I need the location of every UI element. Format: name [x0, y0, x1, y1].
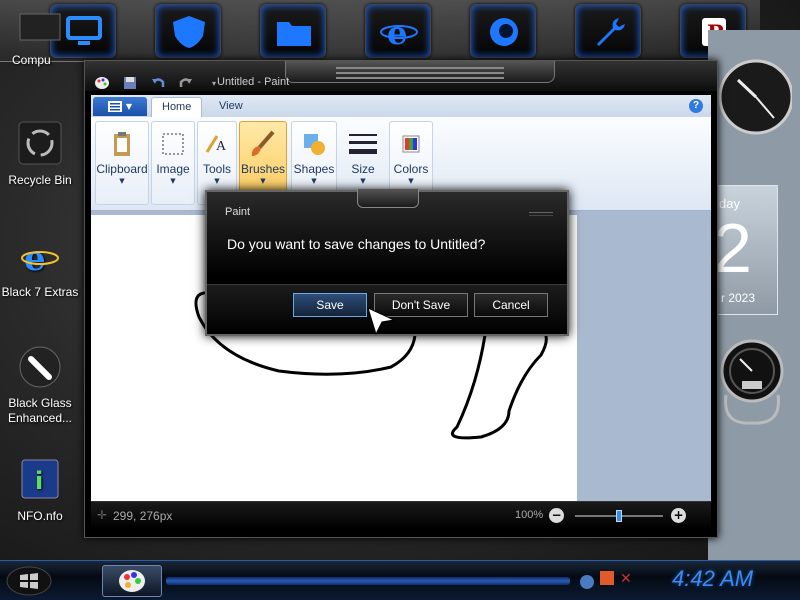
chevron-down-icon: ▼ [311, 177, 317, 185]
group-label: Colors [393, 162, 429, 176]
desktop-icon-label: Compu [12, 53, 51, 67]
svg-text:A: A [216, 139, 227, 154]
paint-palette-icon[interactable] [93, 75, 111, 91]
info-file-icon: i [21, 459, 59, 499]
dialog-grip-tab[interactable] [357, 188, 419, 208]
save-button[interactable]: Save [293, 293, 367, 317]
cancel-button[interactable]: Cancel [474, 293, 548, 317]
ribbon-tab-bar: ▼ Home View ? [91, 95, 711, 117]
desktop-icon-computer[interactable]: Compu [0, 10, 80, 68]
help-icon[interactable]: ? [689, 99, 703, 113]
zoom-slider-thumb[interactable] [616, 510, 622, 522]
action-center-icon[interactable] [600, 571, 614, 585]
desktop-icon-black7-extras[interactable]: e Black 7 Extras [0, 234, 80, 300]
svg-text:i: i [35, 467, 43, 495]
window-title: Untitled - Paint [217, 76, 290, 88]
chevron-down-icon: ▼ [119, 177, 125, 185]
taskbar-clock[interactable]: 4:42 AM [672, 566, 753, 592]
dock-internet-icon[interactable]: e [365, 4, 431, 58]
calendar-gadget[interactable]: day 2 r 2023 [712, 185, 778, 315]
window-grip-tab[interactable] [285, 61, 555, 83]
start-button-windows-icon[interactable] [6, 566, 52, 596]
zoom-level: 100% [515, 509, 544, 521]
brush-icon [251, 130, 275, 156]
dock-documents-icon[interactable] [260, 4, 326, 58]
select-icon [162, 133, 184, 155]
group-label: Size [351, 162, 375, 176]
cursor-position-icon: ✛ [97, 508, 108, 522]
menu-icon [107, 101, 122, 112]
group-label: Shapes [293, 162, 335, 176]
system-tray: ✕ [580, 571, 632, 589]
chevron-down-icon: ▼ [260, 177, 266, 185]
dock-firefox-icon[interactable] [470, 4, 536, 58]
redo-icon[interactable] [177, 75, 195, 91]
brush-icon [19, 346, 61, 388]
zoom-in-button[interactable]: + [671, 508, 686, 523]
calendar-date: 2 [713, 209, 752, 287]
desktop-icon-label: Recycle Bin [8, 173, 72, 187]
chevron-down-icon: ▼ [170, 177, 176, 185]
svg-text:e: e [387, 14, 407, 50]
color-palette-icon [402, 135, 420, 153]
tools-icon: A [205, 135, 227, 154]
zoom-out-button[interactable]: − [549, 508, 564, 523]
svg-text:e: e [24, 239, 46, 278]
quick-access-toolbar: ▾ [93, 75, 223, 91]
dialog-message: Do you want to save changes to Untitled? [227, 236, 486, 252]
tab-view[interactable]: View [209, 97, 253, 117]
cursor-coordinates: 299, 276px [113, 509, 173, 523]
desktop-icon-black-glass[interactable]: Black Glass Enhanced... [0, 345, 80, 426]
clipboard-icon [114, 132, 130, 156]
zoom-slider[interactable] [575, 510, 663, 522]
group-label: Image [156, 162, 190, 176]
paint-palette-icon [119, 570, 145, 592]
title-bar[interactable]: ▾ Untitled - Paint [85, 61, 717, 91]
chevron-down-icon: ▼ [360, 177, 366, 185]
chevron-down-icon: ▼ [408, 177, 414, 185]
clock-gadget-icon[interactable] [712, 42, 792, 152]
dialog-title: Paint [225, 206, 251, 218]
desktop-icon-label: Black 7 Extras [1, 285, 79, 299]
taskbar-paint-button[interactable] [102, 565, 162, 597]
internet-explorer-icon: e [21, 239, 59, 279]
mouse-cursor-icon [367, 307, 396, 336]
clipboard-group[interactable]: Clipboard ▼ [95, 121, 149, 205]
paint-menu-button[interactable]: ▼ [93, 97, 147, 116]
taskbar-band [166, 577, 570, 585]
image-group[interactable]: Image ▼ [151, 121, 195, 205]
memory-gauge-icon[interactable] [712, 335, 792, 430]
chevron-down-icon: ▼ [214, 177, 220, 185]
desktop-icon-nfo[interactable]: i NFO.nfo [0, 458, 80, 524]
save-icon[interactable] [121, 75, 139, 91]
desktop-icon-recycle-bin[interactable]: Recycle Bin [0, 120, 80, 188]
dock-shield-icon[interactable] [155, 4, 221, 58]
dialog-close-icon[interactable] [529, 212, 553, 216]
group-label: Brushes [240, 162, 286, 176]
computer-icon [19, 13, 61, 41]
status-bar: ✛ 299, 276px 100% − + [91, 501, 711, 529]
chevron-down-icon: ▼ [125, 102, 133, 111]
network-icon[interactable] [580, 575, 594, 589]
shapes-icon [304, 134, 325, 155]
recycle-bin-icon [18, 121, 62, 165]
taskbar: ✕ 4:42 AM [0, 560, 800, 600]
line-size-icon [349, 134, 377, 154]
desktop-icon-label: NFO.nfo [17, 509, 63, 523]
group-label: Tools [202, 162, 231, 176]
top-dock: e R [0, 0, 760, 62]
tab-home[interactable]: Home [151, 97, 203, 117]
volume-muted-icon[interactable]: ✕ [620, 571, 632, 589]
calendar-year: r 2023 [721, 291, 756, 305]
undo-icon[interactable] [149, 75, 167, 91]
desktop-icon-label: Black Glass Enhanced... [7, 396, 73, 425]
group-label: Clipboard [96, 162, 148, 176]
dock-settings-icon[interactable] [575, 4, 641, 58]
